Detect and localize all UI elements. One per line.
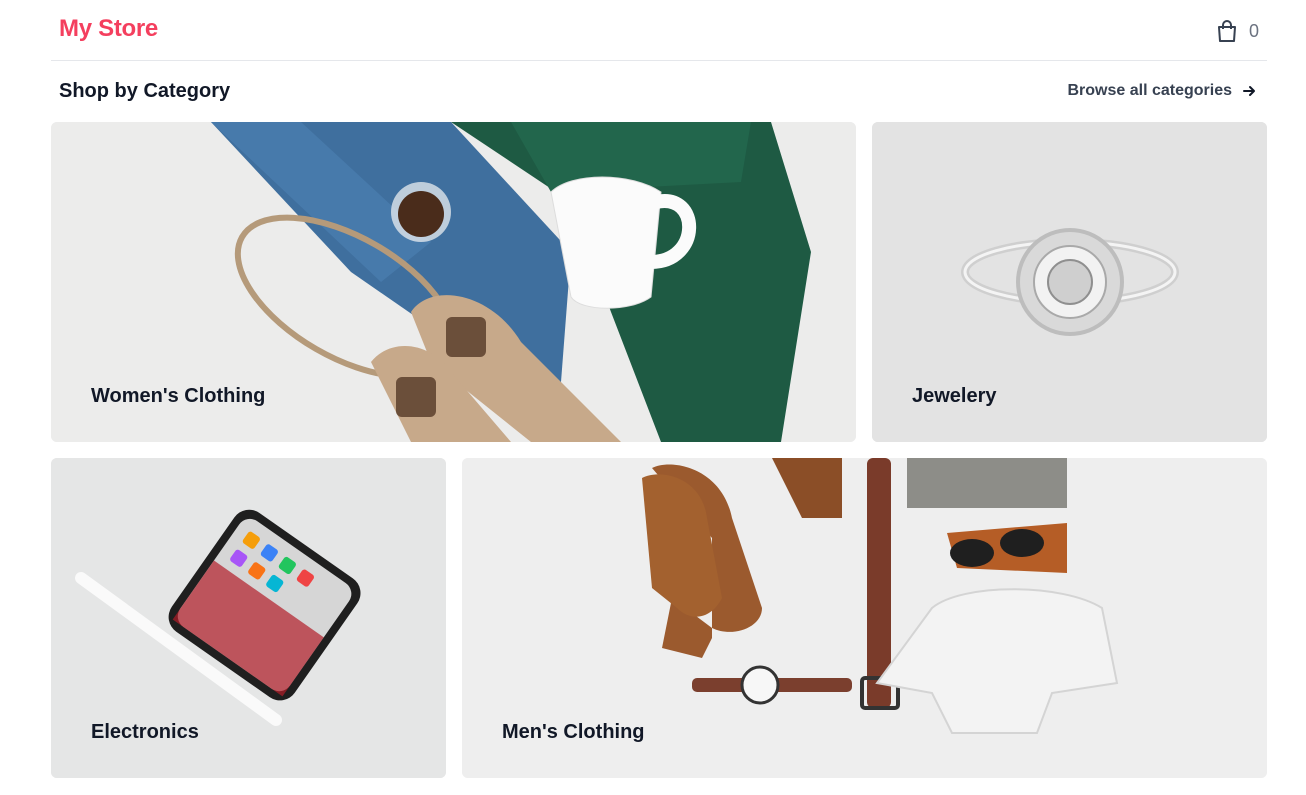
arrow-right-icon [1243, 86, 1255, 96]
category-card-electronics[interactable]: Electronics [51, 458, 446, 778]
category-card-womens-clothing[interactable]: Women's Clothing [51, 122, 856, 442]
category-label: Jewelery [912, 385, 997, 407]
shopping-bag-icon [1217, 20, 1236, 42]
cart-button[interactable]: 0 [1217, 18, 1259, 44]
category-label: Men's Clothing [502, 721, 645, 743]
category-label: Women's Clothing [91, 385, 266, 407]
category-card-mens-clothing[interactable]: Men's Clothing [462, 458, 1267, 778]
browse-all-label: Browse all categories [1067, 82, 1232, 99]
site-header: My Store 0 [51, 0, 1267, 61]
category-label: Electronics [91, 721, 199, 743]
section-title: Shop by Category [59, 80, 231, 102]
cart-count: 0 [1248, 20, 1259, 41]
category-card-jewelery[interactable]: Jewelery [872, 122, 1267, 442]
browse-all-categories-link[interactable]: Browse all categories [1067, 82, 1256, 100]
store-logo[interactable]: My Store [59, 15, 158, 43]
